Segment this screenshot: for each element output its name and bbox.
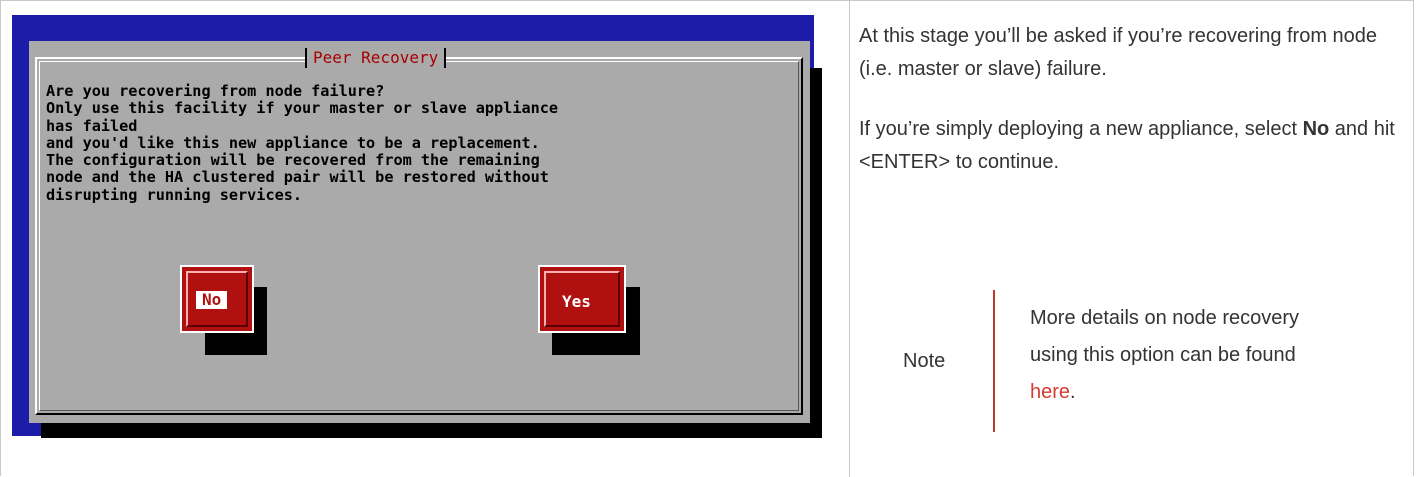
yes-button[interactable]: Yes <box>538 265 626 333</box>
yes-button-label: Yes <box>562 292 591 311</box>
here-link[interactable]: here <box>1030 381 1070 403</box>
column-divider <box>849 0 850 477</box>
note-label: Note <box>903 350 946 372</box>
description: At this stage you’ll be asked if you’re … <box>859 20 1404 206</box>
description-para-2: If you’re simply deploying a new applian… <box>859 118 1395 173</box>
no-button[interactable]: No <box>180 265 254 333</box>
dialog-message: Are you recovering from node failure? On… <box>46 82 559 204</box>
note-text: More details on node recovery using this… <box>1030 307 1300 403</box>
note-divider <box>993 290 995 432</box>
terminal-screenshot: Peer Recovery Are you recovering from no… <box>12 15 822 438</box>
description-para-1: At this stage you’ll be asked if you’re … <box>859 25 1378 80</box>
no-emphasis: No <box>1302 118 1330 140</box>
dialog-title: Peer Recovery <box>305 48 447 68</box>
no-button-label: No <box>196 291 228 309</box>
